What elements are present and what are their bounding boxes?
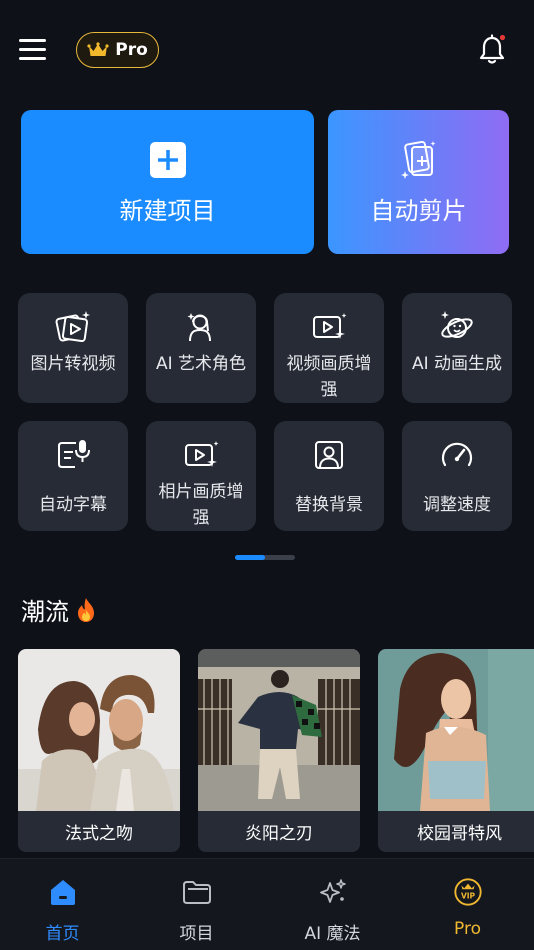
nav-home[interactable]: 首页	[0, 859, 129, 950]
photo-enhance-icon	[185, 441, 219, 467]
new-project-label: 新建项目	[119, 196, 216, 225]
vip-icon: VIP	[453, 878, 482, 906]
tool-photo-enhance[interactable]: 相片画质增强	[146, 421, 256, 531]
sparkle-icon	[319, 879, 346, 903]
tool-video-enhance[interactable]: 视频画质增强	[274, 293, 384, 403]
trend-card-french-kiss[interactable]: 法式之吻	[18, 649, 180, 852]
tool-ai-animation[interactable]: AI 动画生成	[402, 293, 512, 403]
folder-icon	[182, 881, 211, 904]
crown-icon	[87, 42, 109, 56]
ai-animation-icon	[441, 311, 473, 338]
trend-thumbnail	[18, 649, 180, 811]
tool-adjust-speed[interactable]: 调整速度	[402, 421, 512, 531]
tool-replace-background[interactable]: 替换背景	[274, 421, 384, 531]
bell-icon[interactable]	[478, 34, 506, 66]
tool-label: AI 艺术角色	[155, 354, 247, 374]
nav-projects-label: 项目	[179, 924, 214, 944]
app-root: Pro 新建项目 自动剪片 图片转视频 AI 艺术角色 视频画质增强 AI 动画…	[0, 0, 534, 950]
nav-pro-label: Pro	[454, 919, 481, 939]
trend-card-campus-gothic[interactable]: 校园哥特风	[378, 649, 534, 852]
home-icon	[50, 880, 75, 905]
nav-ai-magic[interactable]: AI 魔法	[266, 859, 399, 950]
pro-badge-label: Pro	[115, 40, 148, 60]
hamburger-menu-icon[interactable]	[19, 39, 47, 61]
plus-icon	[149, 141, 186, 178]
pro-badge-button[interactable]: Pro	[76, 32, 159, 68]
fire-icon	[78, 597, 94, 622]
nav-pro[interactable]: VIP Pro	[401, 859, 534, 950]
tool-ai-art-character[interactable]: AI 艺术角色	[146, 293, 256, 403]
trend-caption: 炎阳之刃	[198, 811, 360, 852]
svg-text:VIP: VIP	[460, 892, 475, 901]
tool-label: AI 动画生成	[411, 354, 503, 374]
speed-icon	[441, 442, 473, 467]
new-project-button[interactable]: 新建项目	[21, 110, 314, 254]
auto-edit-button[interactable]: 自动剪片	[328, 110, 509, 254]
trend-caption: 法式之吻	[18, 811, 180, 852]
tool-photo-to-video[interactable]: 图片转视频	[18, 293, 128, 403]
nav-home-label: 首页	[45, 924, 80, 944]
tool-label: 替换背景	[295, 495, 363, 515]
video-enhance-icon	[313, 313, 347, 339]
tool-label: 自动字幕	[39, 495, 107, 515]
trend-caption: 校园哥特风	[378, 811, 534, 852]
tool-auto-subtitle[interactable]: 自动字幕	[18, 421, 128, 531]
nav-projects[interactable]: 项目	[130, 859, 263, 950]
tool-label: 相片画质增强	[158, 482, 244, 528]
tool-label: 图片转视频	[30, 354, 116, 374]
ai-art-character-icon	[187, 313, 211, 342]
tool-label: 视频画质增强	[286, 354, 372, 400]
tool-label: 调整速度	[423, 495, 491, 515]
bottom-navigation: 首页 项目 AI 魔法 VIP Pro	[0, 858, 534, 950]
page-indicator-active	[235, 555, 265, 560]
auto-edit-label: 自动剪片	[370, 196, 467, 225]
photo-to-video-icon	[55, 311, 90, 343]
trending-section-title: 潮流	[21, 592, 97, 627]
nav-ai-magic-label: AI 魔法	[304, 924, 361, 944]
trend-thumbnail	[198, 649, 360, 811]
trend-thumbnail	[378, 649, 534, 811]
top-bar: Pro	[0, 0, 534, 100]
page-indicator	[235, 555, 295, 560]
auto-edit-icon	[400, 140, 435, 179]
auto-subtitle-icon	[58, 440, 90, 468]
replace-background-icon	[315, 441, 343, 469]
trending-title: 潮流	[21, 598, 69, 626]
trend-card-blazing-blade[interactable]: 炎阳之刃	[198, 649, 360, 852]
notification-dot	[499, 34, 506, 41]
